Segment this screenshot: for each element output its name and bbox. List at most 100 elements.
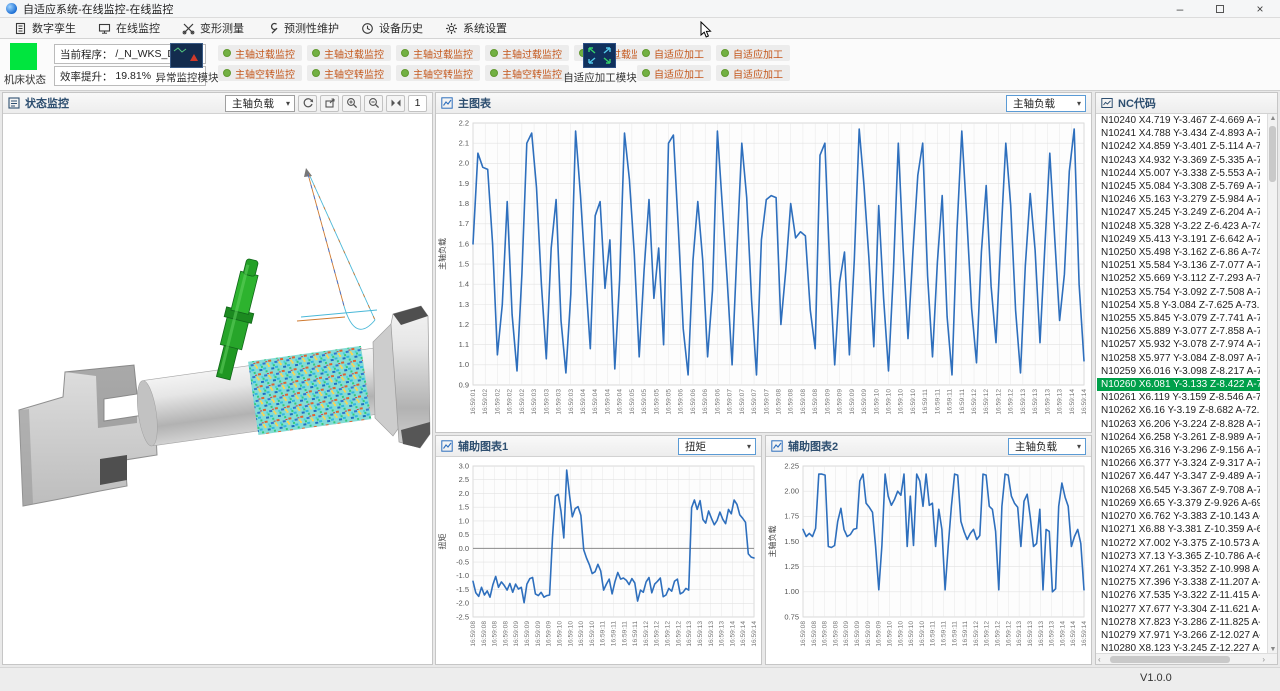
- zoom-in-button[interactable]: [342, 95, 361, 112]
- scroll-right-icon[interactable]: ›: [1262, 655, 1265, 664]
- nc-vertical-scrollbar[interactable]: ▲ ▼: [1267, 114, 1277, 654]
- nc-line[interactable]: N10273 X7.13 Y-3.365 Z-10.786 A-67.372: [1097, 550, 1260, 563]
- idle-monitor-chip[interactable]: 主轴空转监控: [396, 65, 480, 81]
- nc-line[interactable]: N10279 X7.971 Y-3.266 Z-12.027 A-62.98: [1097, 629, 1260, 642]
- svg-text:16:59:12: 16:59:12: [675, 621, 682, 647]
- close-button[interactable]: ×: [1240, 0, 1280, 17]
- overload-monitor-chip[interactable]: 主轴过载监控: [218, 45, 302, 61]
- machine-3d-view[interactable]: [3, 114, 432, 664]
- abnormal-module-thumbnail[interactable]: [170, 43, 203, 68]
- nc-line[interactable]: N10241 X4.788 Y-3.434 Z-4.893 A-76.062: [1097, 127, 1260, 140]
- scroll-up-icon[interactable]: ▲: [1268, 115, 1277, 122]
- svg-text:16:59:11: 16:59:11: [632, 621, 639, 647]
- scroll-left-icon[interactable]: ‹: [1098, 655, 1101, 664]
- nc-line[interactable]: N10277 X7.677 Y-3.304 Z-11.621 A-64.48: [1097, 603, 1260, 616]
- fit-view-button[interactable]: [386, 95, 405, 112]
- svg-text:16:59:12: 16:59:12: [995, 389, 1002, 415]
- aux-chart2-select[interactable]: 主轴负载▾: [1008, 438, 1086, 455]
- nc-line[interactable]: N10250 X5.498 Y-3.162 Z-6.86 A-74.178 C: [1097, 246, 1260, 259]
- nc-line[interactable]: N10276 X7.535 Y-3.322 Z-11.415 A-65.22: [1097, 589, 1260, 602]
- nc-line[interactable]: N10270 X6.762 Y-3.383 Z-10.143 A-69.34: [1097, 510, 1260, 523]
- nc-line[interactable]: N10248 X5.328 Y-3.22 Z-6.423 A-74.52 C: [1097, 220, 1260, 233]
- overload-monitor-chip[interactable]: 主轴过载监控: [307, 45, 391, 61]
- nc-list[interactable]: N10240 X4.719 Y-3.467 Z-4.669 A-76.396N1…: [1097, 114, 1260, 654]
- menu-predictive-maintenance[interactable]: 预测性维护: [258, 18, 353, 38]
- nc-line[interactable]: N10257 X5.932 Y-3.078 Z-7.974 A-73.243: [1097, 338, 1260, 351]
- nc-line[interactable]: N10255 X5.845 Y-3.079 Z-7.741 A-73.458: [1097, 312, 1260, 325]
- scroll-down-icon[interactable]: ▼: [1268, 646, 1277, 653]
- menu-label: 在线监控: [116, 20, 160, 36]
- nc-horizontal-scrollbar[interactable]: ‹ ›: [1096, 653, 1277, 664]
- svg-text:主轴负载: 主轴负载: [437, 238, 447, 270]
- nc-line[interactable]: N10260 X6.081 Y-3.133 Z-8.422 A-72.835: [1097, 378, 1260, 391]
- nc-line[interactable]: N10251 X5.584 Y-3.136 Z-7.077 A-74.012: [1097, 259, 1260, 272]
- idle-monitor-chip[interactable]: 主轴空转监控: [218, 65, 302, 81]
- nc-line[interactable]: N10271 X6.88 Y-3.381 Z-10.359 A-68.711: [1097, 523, 1260, 536]
- nc-line[interactable]: N10264 X6.258 Y-3.261 Z-8.989 A-72.072: [1097, 431, 1260, 444]
- nc-line[interactable]: N10263 X6.206 Y-3.224 Z-8.828 A-72.33 C: [1097, 418, 1260, 431]
- minimize-button[interactable]: –: [1160, 0, 1200, 17]
- menu-system-settings[interactable]: 系统设置: [437, 18, 521, 38]
- overload-monitor-chip[interactable]: 主轴过载监控: [485, 45, 569, 61]
- nc-line[interactable]: N10259 X6.016 Y-3.098 Z-8.217 A-73.036: [1097, 365, 1260, 378]
- nc-line[interactable]: N10256 X5.889 Y-3.077 Z-7.858 A-73.348: [1097, 325, 1260, 338]
- pan-view-button[interactable]: [320, 95, 339, 112]
- scrollbar-thumb[interactable]: [1269, 126, 1276, 182]
- menu-deform-measure[interactable]: 变形测量: [174, 18, 258, 38]
- main-chart-header: 主图表 主轴负载▾: [436, 93, 1091, 114]
- nc-line[interactable]: N10267 X6.447 Y-3.347 Z-9.489 A-71.055: [1097, 470, 1260, 483]
- nc-line[interactable]: N10247 X5.245 Y-3.249 Z-6.204 A-74.701: [1097, 206, 1260, 219]
- nc-line[interactable]: N10262 X6.16 Y-3.19 Z-8.682 A-72.534 C: [1097, 404, 1260, 417]
- maximize-button[interactable]: [1200, 0, 1240, 17]
- menu-device-history[interactable]: 设备历史: [353, 18, 437, 38]
- reset-view-button[interactable]: [298, 95, 317, 112]
- nc-line[interactable]: N10243 X4.932 Y-3.369 Z-5.335 A-75.523: [1097, 154, 1260, 167]
- nc-line[interactable]: N10245 X5.084 Y-3.308 Z-5.769 A-75.088: [1097, 180, 1260, 193]
- nc-line[interactable]: N10268 X6.545 Y-3.367 Z-9.708 A-70.519: [1097, 484, 1260, 497]
- status-view-select[interactable]: 主轴负载▾: [225, 95, 295, 112]
- idle-monitor-chip[interactable]: 主轴空转监控: [307, 65, 391, 81]
- adaptive-machining-chip[interactable]: 自适应加工: [637, 45, 711, 61]
- menu-label: 预测性维护: [284, 20, 339, 36]
- svg-text:2.00: 2.00: [784, 487, 799, 496]
- nc-line[interactable]: N10265 X6.316 Y-3.296 Z-9.156 A-71.771: [1097, 444, 1260, 457]
- nc-line[interactable]: N10240 X4.719 Y-3.467 Z-4.669 A-76.396: [1097, 114, 1260, 127]
- adaptive-machining-chip[interactable]: 自适应加工: [716, 45, 790, 61]
- aux-chart1-select[interactable]: 扭矩▾: [678, 438, 756, 455]
- aux-chart2-canvas[interactable]: 16:59:0816:59:0816:59:0816:59:0816:59:09…: [766, 457, 1091, 663]
- zoom-out-button[interactable]: [364, 95, 383, 112]
- nc-line[interactable]: N10272 X7.002 Y-3.375 Z-10.573 A-68.05: [1097, 537, 1260, 550]
- nc-line[interactable]: N10278 X7.823 Y-3.286 Z-11.825 A-63.73: [1097, 616, 1260, 629]
- nc-line[interactable]: N10269 X6.65 Y-3.379 Z-9.926 A-69.947 C: [1097, 497, 1260, 510]
- main-chart-canvas[interactable]: 16:59:0116:59:0216:59:0216:59:0216:59:02…: [436, 114, 1091, 431]
- adaptive-chip-row-1: 自适应加工 自适应加工: [637, 45, 790, 61]
- nc-line[interactable]: N10258 X5.977 Y-3.084 Z-8.097 A-73.138: [1097, 352, 1260, 365]
- nc-line[interactable]: N10253 X5.754 Y-3.092 Z-7.508 A-73.677: [1097, 286, 1260, 299]
- aux-chart1-canvas[interactable]: 16:59:0816:59:0816:59:0816:59:0816:59:09…: [436, 457, 761, 663]
- menu-digital-twin[interactable]: 数字孪生: [6, 18, 90, 38]
- nc-line[interactable]: N10275 X7.396 Y-3.338 Z-11.207 A-65.95: [1097, 576, 1260, 589]
- main-chart-select[interactable]: 主轴负载▾: [1006, 95, 1086, 112]
- svg-text:16:59:10: 16:59:10: [898, 389, 905, 415]
- nc-line[interactable]: N10266 X6.377 Y-3.324 Z-9.317 A-71.443: [1097, 457, 1260, 470]
- overload-monitor-chip[interactable]: 主轴过载监控: [396, 45, 480, 61]
- nc-line[interactable]: N10242 X4.859 Y-3.401 Z-5.114 A-75.775: [1097, 140, 1260, 153]
- nc-line[interactable]: N10249 X5.413 Y-3.191 Z-6.642 A-74.346: [1097, 233, 1260, 246]
- nc-line[interactable]: N10252 X5.669 Y-3.112 Z-7.293 A-73.844: [1097, 272, 1260, 285]
- scale-value-button[interactable]: 1: [408, 95, 427, 112]
- chip-label: 自适应加工: [733, 46, 783, 61]
- scrollbar-thumb[interactable]: [1110, 656, 1230, 663]
- adaptive-machining-chip[interactable]: 自适应加工: [637, 65, 711, 81]
- nc-line[interactable]: N10246 X5.163 Y-3.279 Z-5.984 A-74.892: [1097, 193, 1260, 206]
- adaptive-module-thumbnail[interactable]: [583, 43, 616, 68]
- svg-text:16:59:08: 16:59:08: [800, 621, 807, 647]
- nc-line[interactable]: N10254 X5.8 Y-3.084 Z-7.625 A-73.571 C: [1097, 299, 1260, 312]
- menu-online-monitor[interactable]: 在线监控: [90, 18, 174, 38]
- nc-line[interactable]: N10244 X5.007 Y-3.338 Z-5.553 A-75.297: [1097, 167, 1260, 180]
- adaptive-machining-chip[interactable]: 自适应加工: [716, 65, 790, 81]
- svg-text:16:59:03: 16:59:03: [543, 389, 550, 415]
- svg-text:16:59:04: 16:59:04: [592, 389, 599, 415]
- chip-label: 主轴过载监控: [235, 46, 295, 61]
- nc-line[interactable]: N10261 X6.119 Y-3.159 Z-8.546 A-72.701: [1097, 391, 1260, 404]
- nc-line[interactable]: N10274 X7.261 Y-3.352 Z-10.998 A-66.67: [1097, 563, 1260, 576]
